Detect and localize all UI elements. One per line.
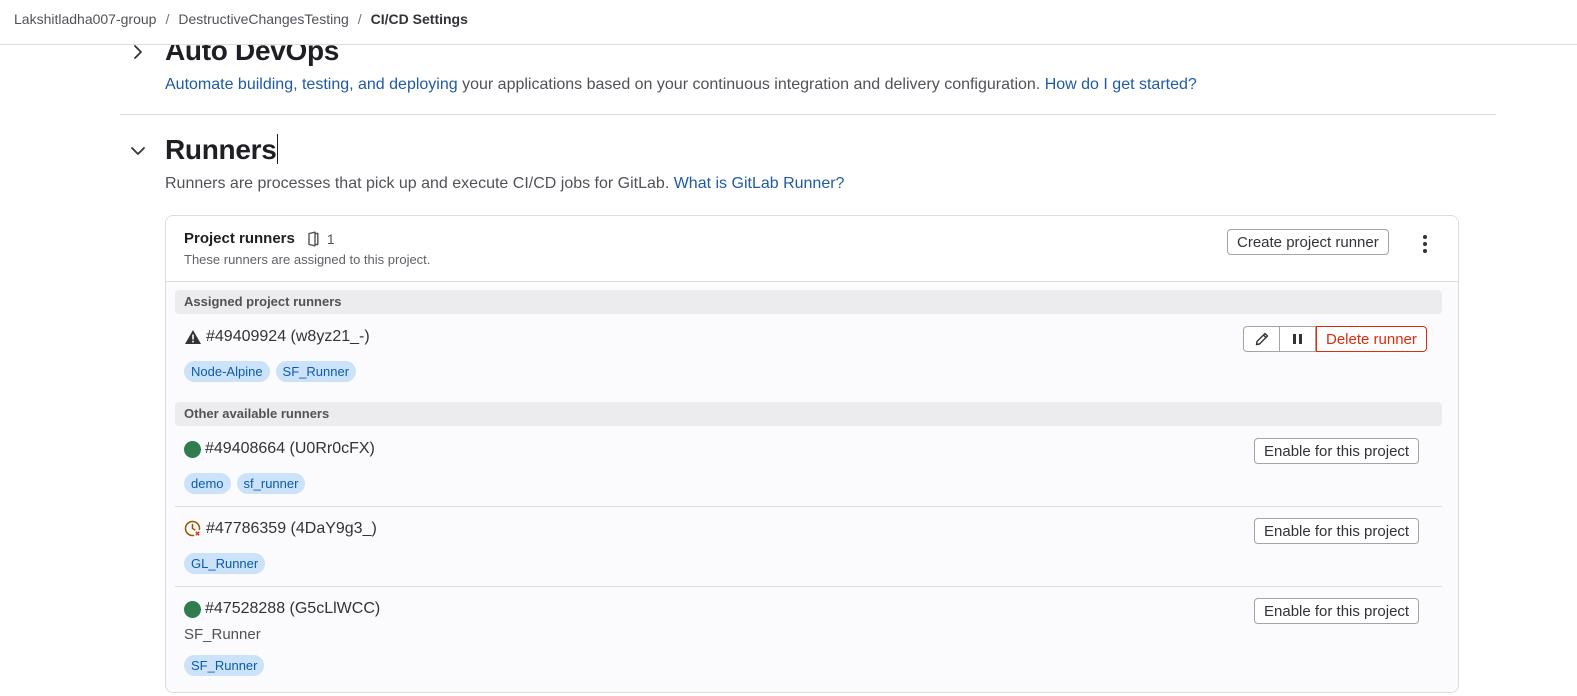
row-divider xyxy=(175,586,1442,587)
other-runner-id[interactable]: #47528288 (G5cLlWCC) xyxy=(205,600,380,618)
runner-tag: SF_Runner xyxy=(275,361,357,382)
runners-description: Runners are processes that pick up and e… xyxy=(165,175,844,193)
project-runners-card: Project runners 1 These runners are assi… xyxy=(165,215,1459,693)
enable-runner-button[interactable]: Enable for this project xyxy=(1254,518,1420,544)
runners-title[interactable]: Runners xyxy=(165,134,279,166)
other-runner-name: #49408664 (U0Rr0cFX) xyxy=(184,440,375,458)
pencil-icon xyxy=(1255,332,1268,346)
runner-tag: Node-Alpine xyxy=(184,361,270,382)
runner-tag: sf_runner xyxy=(236,473,306,494)
breadcrumb-separator: / xyxy=(165,11,170,27)
other-runners-header: Other available runners xyxy=(175,402,1442,426)
card-header: Project runners 1 These runners are assi… xyxy=(166,216,1458,282)
assigned-runners-header: Assigned project runners xyxy=(175,290,1442,314)
runners-title-text: Runners xyxy=(165,134,277,165)
other-runner-id[interactable]: #49408664 (U0Rr0cFX) xyxy=(205,440,375,458)
pause-icon xyxy=(1292,334,1304,344)
runner-tag: SF_Runner xyxy=(184,655,265,676)
runner-count: 1 xyxy=(305,231,335,247)
other-runner-name: #47786359 (4DaY9g3_) xyxy=(184,520,377,538)
assigned-runner-name: #49409924 (w8yz21_-) xyxy=(184,328,370,346)
other-runner-tags: SF_Runner xyxy=(184,655,270,676)
runner-tag: GL_Runner xyxy=(184,553,266,574)
chevron-right-icon[interactable] xyxy=(130,44,146,60)
breadcrumb-group[interactable]: Lakshitladha007-group xyxy=(14,11,156,27)
delete-runner-button[interactable]: Delete runner xyxy=(1316,326,1427,352)
other-runner-id[interactable]: #47786359 (4DaY9g3_) xyxy=(206,520,377,538)
online-status-icon xyxy=(184,600,201,618)
breadcrumb-project[interactable]: DestructiveChangesTesting xyxy=(178,11,348,27)
warning-icon xyxy=(184,329,202,345)
edit-runner-button[interactable] xyxy=(1243,326,1280,352)
card-subtitle: These runners are assigned to this proje… xyxy=(184,252,431,267)
breadcrumb-separator: / xyxy=(357,11,362,27)
pause-runner-button[interactable] xyxy=(1280,326,1316,352)
online-status-icon xyxy=(184,440,201,458)
runner-count-icon xyxy=(308,231,319,246)
other-runner-name: #47528288 (G5cLlWCC) xyxy=(184,600,380,618)
more-actions-icon[interactable] xyxy=(1416,233,1434,255)
assigned-runner-id[interactable]: #49409924 (w8yz21_-) xyxy=(206,328,370,346)
project-runners-title: Project runners xyxy=(184,230,295,247)
runner-description: SF_Runner xyxy=(184,626,261,643)
assigned-runner-actions: Delete runner xyxy=(1243,326,1427,352)
card-title: Project runners 1 xyxy=(184,230,335,247)
chevron-down-icon[interactable] xyxy=(130,143,146,159)
row-divider xyxy=(175,506,1442,507)
what-is-runner-link[interactable]: What is GitLab Runner? xyxy=(674,175,845,192)
enable-runner-button[interactable]: Enable for this project xyxy=(1254,598,1420,624)
auto-devops-desc-text: your applications based on your continuo… xyxy=(457,76,1045,93)
breadcrumb-current: CI/CD Settings xyxy=(370,11,468,27)
auto-devops-description: Automate building, testing, and deployin… xyxy=(165,76,1197,94)
assigned-runner-tags: Node-Alpine SF_Runner xyxy=(184,361,362,382)
runner-tag: demo xyxy=(184,473,231,494)
other-runner-tags: demo sf_runner xyxy=(184,473,311,494)
runners-desc-text: Runners are processes that pick up and e… xyxy=(165,175,674,192)
section-divider xyxy=(120,114,1496,115)
runner-count-value: 1 xyxy=(326,230,335,247)
text-caret xyxy=(277,134,279,164)
breadcrumb: Lakshitladha007-group / DestructiveChang… xyxy=(14,11,468,27)
other-runner-tags: GL_Runner xyxy=(184,553,271,574)
get-started-link[interactable]: How do I get started? xyxy=(1045,76,1197,93)
create-project-runner-button[interactable]: Create project runner xyxy=(1227,229,1389,255)
stale-status-icon xyxy=(184,520,202,538)
automate-link[interactable]: Automate building, testing, and deployin… xyxy=(165,76,458,93)
enable-runner-button[interactable]: Enable for this project xyxy=(1254,438,1420,464)
top-bar: Lakshitladha007-group / DestructiveChang… xyxy=(0,0,1577,45)
